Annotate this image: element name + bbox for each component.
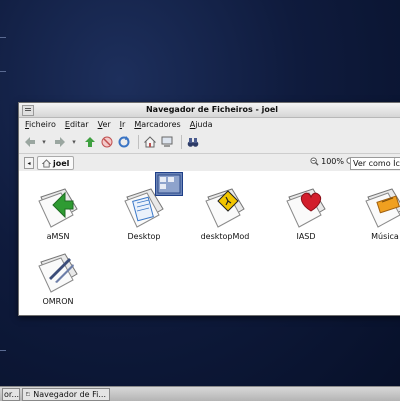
forward-history-dropdown[interactable]: ▾ xyxy=(70,138,78,146)
view-mode-select[interactable]: Ver como Ícones xyxy=(350,157,400,170)
drag-thumbnail xyxy=(155,172,183,196)
reload-button[interactable] xyxy=(117,135,131,149)
file-label: OMRON xyxy=(42,297,74,306)
toolbar-separator xyxy=(181,135,182,149)
taskbar: or... Navegador de Fi... xyxy=(0,386,400,401)
binoculars-icon xyxy=(187,138,199,147)
file-item-omron[interactable]: OMRON xyxy=(30,248,86,306)
location-collapse-button[interactable]: ◂ xyxy=(24,157,34,169)
home-button[interactable] xyxy=(143,135,157,149)
menu-go[interactable]: Ir xyxy=(120,120,126,129)
music-folder-icon xyxy=(365,188,400,228)
up-button[interactable] xyxy=(83,135,97,149)
file-item-iasd[interactable]: IASD xyxy=(278,183,334,241)
menubar: Ficheiro Editar Ver Ir Marcadores Ajuda xyxy=(19,118,400,131)
file-label: Desktop xyxy=(127,232,161,241)
file-item-amsn[interactable]: aMSN xyxy=(30,183,86,241)
back-button[interactable] xyxy=(23,135,37,149)
forward-arrow-icon xyxy=(55,137,65,147)
file-label: IASD xyxy=(296,232,316,241)
zoom-level: 100% xyxy=(321,157,344,166)
forward-button[interactable] xyxy=(53,135,67,149)
menu-view[interactable]: Ver xyxy=(98,120,111,129)
up-arrow-icon xyxy=(85,137,95,147)
file-item-musica[interactable]: Música xyxy=(357,183,400,241)
window-thumbnail-icon xyxy=(157,174,181,194)
search-button[interactable] xyxy=(186,135,200,149)
window-title: Navegador de Ficheiros - joel xyxy=(145,105,279,114)
zoom-out-icon[interactable] xyxy=(310,157,319,166)
breadcrumb-label: joel xyxy=(53,158,70,168)
desktop-edge-mark xyxy=(0,350,6,351)
taskbar-item-file-browser[interactable]: Navegador de Fi... xyxy=(22,387,110,401)
menu-file[interactable]: Ficheiro xyxy=(25,120,56,129)
amsn-folder-icon xyxy=(38,188,78,228)
computer-button[interactable] xyxy=(160,135,174,149)
desktop-edge-mark xyxy=(0,71,6,72)
folder-icon xyxy=(26,392,31,396)
back-history-dropdown[interactable]: ▾ xyxy=(40,138,48,146)
iasd-folder-icon xyxy=(286,188,326,228)
window-titlebar[interactable]: Navegador de Ficheiros - joel xyxy=(19,103,400,118)
file-label: Música xyxy=(371,232,399,241)
computer-icon xyxy=(161,136,173,147)
omron-folder-icon xyxy=(38,253,78,293)
home-icon xyxy=(42,158,51,168)
breadcrumb-home[interactable]: joel xyxy=(37,156,75,170)
home-icon xyxy=(144,136,156,148)
menu-help[interactable]: Ajuda xyxy=(190,120,213,129)
menu-bookmarks[interactable]: Marcadores xyxy=(134,120,180,129)
taskbar-item-label: Navegador de Fi... xyxy=(33,389,106,399)
back-arrow-icon xyxy=(25,137,35,147)
file-view: aMSN Desktop desktopMod IASD Música OMRO… xyxy=(19,171,400,315)
file-browser-window: Navegador de Ficheiros - joel Ficheiro E… xyxy=(18,102,400,316)
file-label: desktopMod xyxy=(200,232,250,241)
desktopmod-folder-icon xyxy=(205,188,245,228)
file-item-desktopmod[interactable]: desktopMod xyxy=(197,183,253,241)
menu-edit[interactable]: Editar xyxy=(65,120,89,129)
toolbar-separator xyxy=(138,135,139,149)
taskbar-item[interactable]: or... xyxy=(2,387,20,401)
desktop-edge-mark xyxy=(0,37,6,38)
stop-button[interactable] xyxy=(100,135,114,149)
reload-icon xyxy=(118,136,130,148)
stop-icon xyxy=(101,136,113,148)
file-label: aMSN xyxy=(46,232,70,241)
toolbar: ▾ ▾ xyxy=(19,131,400,154)
